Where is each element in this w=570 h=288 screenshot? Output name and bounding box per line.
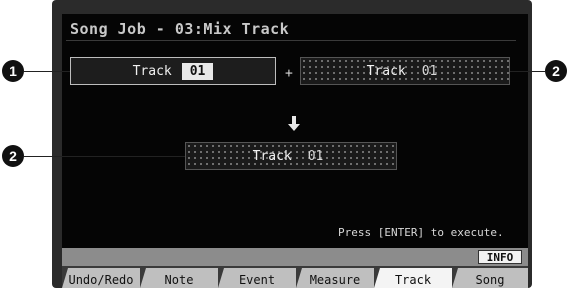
callout-line-2b xyxy=(24,156,185,157)
callout-marker-2a: 2 xyxy=(545,60,567,82)
source-track-a-value[interactable]: 01 xyxy=(181,62,214,80)
tab-undo-redo[interactable]: Undo/Redo xyxy=(62,268,140,288)
tab-song[interactable]: Song xyxy=(452,268,528,288)
down-arrow-icon xyxy=(288,116,300,131)
tab-note[interactable]: Note xyxy=(140,268,218,288)
destination-track-field[interactable]: Track 01 xyxy=(185,142,397,170)
execute-hint: Press [ENTER] to execute. xyxy=(338,226,504,239)
callout-marker-1: 1 xyxy=(2,60,24,82)
info-button[interactable]: INFO xyxy=(478,250,522,264)
destination-track-value[interactable]: 01 xyxy=(302,148,330,165)
tab-track[interactable]: Track xyxy=(374,268,452,288)
callout-line-1 xyxy=(24,71,70,72)
source-track-a-label: Track xyxy=(132,63,172,79)
title-divider xyxy=(66,40,516,41)
info-bar xyxy=(62,248,528,266)
callout-line-2a xyxy=(510,71,545,72)
source-track-b-field[interactable]: Track 01 xyxy=(300,57,510,85)
plus-sign: + xyxy=(285,66,293,81)
source-track-b-label: Track xyxy=(366,63,406,79)
tab-bar: Undo/Redo Note Event Measure Track Song xyxy=(62,266,528,288)
source-track-a-field[interactable]: Track 01 xyxy=(70,57,276,85)
tab-event[interactable]: Event xyxy=(218,268,296,288)
tab-measure[interactable]: Measure xyxy=(296,268,374,288)
page-title: Song Job - 03:Mix Track xyxy=(70,20,290,38)
destination-track-label: Track xyxy=(252,148,292,164)
source-track-b-value[interactable]: 01 xyxy=(416,63,444,80)
callout-marker-2b: 2 xyxy=(2,145,24,167)
